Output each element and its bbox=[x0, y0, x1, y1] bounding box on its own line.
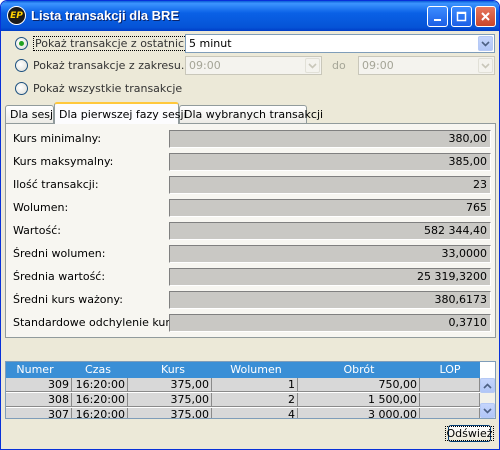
cell-turnover: 750,00 bbox=[298, 378, 420, 392]
transactions-grid[interactable]: Numer Czas Kurs Wolumen Obrót LOP 309 16… bbox=[5, 361, 496, 419]
radio-range[interactable] bbox=[15, 58, 28, 72]
stat-label-avg-volume: Średni wolumen: bbox=[13, 247, 106, 260]
stat-label-max-price: Kurs maksymalny: bbox=[13, 155, 114, 168]
stat-label-weighted-avg-price: Średni kurs ważony: bbox=[13, 293, 123, 306]
cell-turnover: 3 000,00 bbox=[298, 408, 420, 418]
recent-period-select[interactable]: 5 minut bbox=[185, 34, 495, 53]
cell-number: 308 bbox=[6, 393, 72, 407]
stat-label-avg-value: Średnia wartość: bbox=[13, 270, 106, 283]
col-header-turnover[interactable]: Obrót bbox=[298, 363, 420, 376]
cell-time: 16:20:00 bbox=[72, 393, 128, 407]
cell-price: 375,00 bbox=[128, 408, 212, 418]
cell-price: 375,00 bbox=[128, 378, 212, 392]
stat-label-transaction-count: Ilość transakcji: bbox=[13, 178, 99, 191]
tab-session-label: Dla sesji bbox=[10, 108, 57, 121]
close-button[interactable] bbox=[475, 6, 496, 27]
option-recent[interactable]: Pokaż transakcje z ostatnich bbox=[15, 34, 194, 52]
stat-value-weighted-avg-price: 380,6173 bbox=[169, 291, 491, 309]
range-to-label: do bbox=[332, 59, 346, 72]
tab-first-phase[interactable]: Dla pierwszej fazy sesji bbox=[54, 102, 187, 124]
close-icon bbox=[481, 12, 490, 21]
cell-time: 16:20:00 bbox=[72, 408, 128, 418]
range-to-select[interactable]: 09:00 bbox=[358, 56, 495, 75]
stat-label-volume: Wolumen: bbox=[13, 201, 69, 214]
col-header-lop[interactable]: LOP bbox=[420, 363, 480, 376]
window-title: Lista transakcji dla BRE bbox=[31, 8, 180, 23]
scroll-up-button[interactable] bbox=[480, 378, 495, 393]
refresh-button[interactable]: Odśwież bbox=[444, 425, 495, 442]
grid-scrollbar[interactable] bbox=[480, 378, 495, 418]
cell-turnover: 1 500,00 bbox=[298, 393, 420, 407]
chevron-down-icon[interactable] bbox=[478, 58, 493, 73]
option-range-label: Pokaż transakcje z zakresu... bbox=[33, 58, 192, 72]
stat-value-min-price: 380,00 bbox=[169, 130, 491, 148]
chevron-down-icon[interactable] bbox=[478, 36, 493, 51]
stat-value-avg-value: 25 319,3200 bbox=[169, 268, 491, 286]
cell-volume: 1 bbox=[212, 378, 298, 392]
scroll-down-button[interactable] bbox=[480, 403, 495, 418]
cell-lop bbox=[420, 378, 480, 392]
minimize-button[interactable] bbox=[427, 6, 448, 27]
option-all[interactable]: Pokaż wszystkie transakcje bbox=[15, 79, 182, 97]
maximize-icon bbox=[456, 11, 467, 22]
stat-value-value: 582 344,40 bbox=[169, 222, 491, 240]
cell-time: 16:20:00 bbox=[72, 378, 128, 392]
col-header-price[interactable]: Kurs bbox=[132, 363, 214, 376]
range-from-value: 09:00 bbox=[189, 59, 221, 72]
cell-lop bbox=[420, 393, 480, 407]
chevron-down-icon bbox=[483, 407, 492, 414]
table-row[interactable]: 308 16:20:00 375,00 2 1 500,00 bbox=[6, 393, 480, 407]
option-range[interactable]: Pokaż transakcje z zakresu... bbox=[15, 56, 191, 74]
stat-label-min-price: Kurs minimalny: bbox=[13, 132, 102, 145]
tab-panel: Kurs minimalny: 380,00 Kurs maksymalny: … bbox=[5, 123, 496, 338]
main-window: EP Lista transakcji dla BRE Pokaż transa… bbox=[0, 0, 500, 450]
cell-price: 375,00 bbox=[128, 393, 212, 407]
recent-period-value: 5 minut bbox=[189, 37, 232, 50]
option-recent-label: Pokaż transakcje z ostatnich bbox=[33, 35, 194, 51]
refresh-button-label: Odśwież bbox=[444, 426, 495, 441]
col-header-number[interactable]: Numer bbox=[6, 363, 64, 376]
cell-number: 307 bbox=[6, 408, 72, 418]
col-header-volume[interactable]: Wolumen bbox=[214, 363, 298, 376]
cell-volume: 4 bbox=[212, 408, 298, 418]
option-all-label: Pokaż wszystkie transakcje bbox=[33, 81, 183, 95]
range-from-select[interactable]: 09:00 bbox=[185, 56, 322, 75]
radio-recent[interactable] bbox=[15, 36, 28, 50]
chevron-down-icon[interactable] bbox=[305, 58, 320, 73]
grid-header: Numer Czas Kurs Wolumen Obrót LOP bbox=[6, 362, 480, 378]
cell-lop bbox=[420, 408, 480, 418]
table-row[interactable]: 307 16:20:00 375,00 4 3 000,00 bbox=[6, 408, 480, 418]
stat-label-value: Wartość: bbox=[13, 224, 61, 237]
col-header-time[interactable]: Czas bbox=[64, 363, 132, 376]
stat-value-price-stddev: 0,3710 bbox=[169, 314, 491, 332]
app-icon: EP bbox=[7, 6, 26, 25]
range-to-value: 09:00 bbox=[362, 59, 394, 72]
tab-session[interactable]: Dla sesji bbox=[5, 105, 57, 123]
stat-value-volume: 765 bbox=[169, 199, 491, 217]
tab-selected-transactions[interactable]: Dla wybranych transakcji bbox=[179, 105, 323, 123]
stat-value-avg-volume: 33,0000 bbox=[169, 245, 491, 263]
title-bar[interactable]: EP Lista transakcji dla BRE bbox=[1, 1, 499, 31]
stat-value-transaction-count: 23 bbox=[169, 176, 491, 194]
table-row[interactable]: 309 16:20:00 375,00 1 750,00 bbox=[6, 378, 480, 392]
radio-all[interactable] bbox=[15, 81, 28, 95]
tab-first-phase-label: Dla pierwszej fazy sesji bbox=[59, 107, 187, 121]
tab-selected-transactions-label: Dla wybranych transakcji bbox=[184, 108, 324, 121]
cell-volume: 2 bbox=[212, 393, 298, 407]
chevron-up-icon bbox=[483, 382, 492, 389]
stat-label-price-stddev: Standardowe odchylenie kursu: bbox=[13, 316, 187, 329]
maximize-button[interactable] bbox=[451, 6, 472, 27]
stat-value-max-price: 385,00 bbox=[169, 153, 491, 171]
minimize-icon bbox=[434, 19, 441, 21]
cell-number: 309 bbox=[6, 378, 72, 392]
